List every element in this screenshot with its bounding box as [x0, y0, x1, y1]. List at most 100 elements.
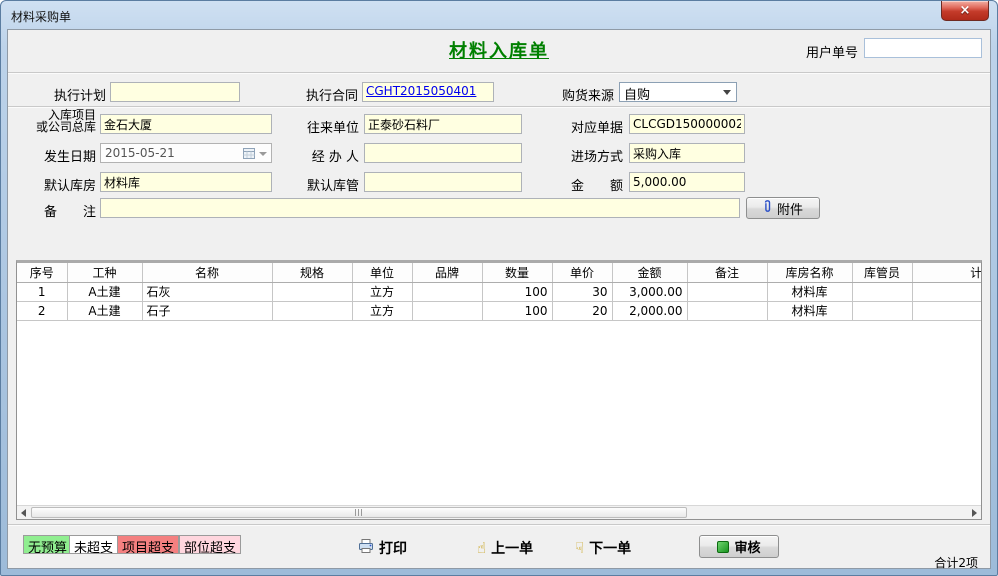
counterparty-input[interactable] [364, 114, 522, 134]
cell-name[interactable]: 石子 [142, 301, 272, 320]
cell-worktype[interactable]: A土建 [67, 301, 142, 320]
column-header: 库管员 [852, 263, 912, 282]
window-title: 材料采购单 [11, 8, 71, 25]
amount-input[interactable] [629, 172, 745, 192]
occur-date-label: 发生日期 [8, 146, 96, 165]
purchase-source-select[interactable]: 自购 [619, 82, 737, 102]
scroll-left-arrow[interactable] [17, 506, 30, 519]
cell-remark[interactable] [687, 282, 767, 301]
hand-down-icon: ☟ [575, 541, 584, 556]
cell-spec[interactable] [272, 301, 352, 320]
print-button[interactable]: 打印 [358, 537, 407, 559]
warehouse-label: 默认库房 [8, 175, 96, 194]
separator [8, 72, 990, 74]
total-count: 合计2项 [934, 554, 978, 571]
cell-seq[interactable]: 2 [17, 301, 67, 320]
project-label: 入库项目或公司总库 [8, 109, 96, 133]
amount-label: 金 额 [521, 175, 623, 194]
table-row[interactable]: 1 A土建 石灰 立方 100 30 3,000.00 材料库 [17, 282, 982, 301]
column-header: 工种 [67, 263, 142, 282]
table-header-row: 序号 工种 名称 规格 单位 品牌 数量 单价 金额 备注 库房名称 库管员 计… [17, 263, 982, 282]
purchase-source-label: 购货来源 [522, 85, 614, 104]
handler-input[interactable] [364, 143, 522, 163]
titlebar[interactable]: 材料采购单 [1, 1, 997, 29]
cell-qty[interactable]: 100 [482, 301, 552, 320]
table-row[interactable]: 2 A土建 石子 立方 100 20 2,000.00 材料库 [17, 301, 982, 320]
cell-amount[interactable]: 2,000.00 [612, 301, 687, 320]
scroll-right-arrow[interactable] [968, 506, 981, 519]
user-no-input[interactable] [864, 38, 982, 58]
cell-plan[interactable] [912, 301, 982, 320]
entry-mode-label: 进场方式 [521, 146, 623, 165]
cell-price[interactable]: 30 [552, 282, 612, 301]
exec-plan-label: 执行计划 [18, 85, 106, 104]
remark-input[interactable] [100, 198, 740, 218]
project-input[interactable] [100, 114, 272, 134]
cell-name[interactable]: 石灰 [142, 282, 272, 301]
column-header: 库房名称 [767, 263, 852, 282]
cell-spec[interactable] [272, 282, 352, 301]
horizontal-scrollbar[interactable] [17, 505, 981, 519]
close-button[interactable]: × [941, 1, 989, 21]
audit-button[interactable]: 审核 [699, 535, 779, 558]
remark-label: 备 注 [8, 201, 96, 220]
column-header: 单位 [352, 263, 412, 282]
prev-order-button[interactable]: ☝ 上一单 [477, 537, 533, 559]
ref-doc-label: 对应单据 [521, 117, 623, 136]
user-no-label: 用户单号 [806, 42, 858, 61]
occur-date-picker[interactable]: 2015-05-21 [100, 143, 272, 163]
printer-icon [358, 539, 374, 557]
cell-warehouse[interactable]: 材料库 [767, 282, 852, 301]
cell-price[interactable]: 20 [552, 301, 612, 320]
column-header: 规格 [272, 263, 352, 282]
cell-keeper[interactable] [852, 282, 912, 301]
cell-remark[interactable] [687, 301, 767, 320]
audit-button-label: 审核 [734, 537, 760, 556]
print-button-label: 打印 [379, 538, 407, 558]
cell-worktype[interactable]: A土建 [67, 282, 142, 301]
keeper-input[interactable] [364, 172, 522, 192]
prev-order-label: 上一单 [491, 538, 533, 558]
cell-plan[interactable] [912, 282, 982, 301]
cell-qty[interactable]: 100 [482, 282, 552, 301]
legend-project-overrun: 项目超支 [117, 535, 179, 554]
attachment-button[interactable]: 附件 [746, 197, 820, 219]
cell-unit[interactable]: 立方 [352, 282, 412, 301]
calendar-icon [243, 147, 255, 162]
next-order-button[interactable]: ☟ 下一单 [575, 537, 631, 559]
ref-doc-input[interactable] [629, 114, 745, 134]
counterparty-label: 往来单位 [258, 117, 359, 136]
cell-warehouse[interactable]: 材料库 [767, 301, 852, 320]
next-order-label: 下一单 [589, 538, 631, 558]
scrollbar-thumb[interactable] [31, 507, 687, 518]
column-header: 数量 [482, 263, 552, 282]
column-header: 单价 [552, 263, 612, 282]
cell-keeper[interactable] [852, 301, 912, 320]
paperclip-icon [763, 199, 772, 217]
entry-mode-input[interactable] [629, 143, 745, 163]
warehouse-input[interactable] [100, 172, 272, 192]
column-header: 名称 [142, 263, 272, 282]
column-header: 序号 [17, 263, 67, 282]
hand-up-icon: ☝ [477, 541, 486, 556]
separator [8, 524, 990, 526]
column-header: 备注 [687, 263, 767, 282]
cell-brand[interactable] [412, 301, 482, 320]
occur-date-value: 2015-05-21 [105, 146, 175, 160]
exec-contract-link[interactable]: CGHT2015050401 [366, 84, 476, 98]
column-header: 计划项目 [912, 263, 982, 282]
exec-plan-input[interactable] [110, 82, 240, 102]
close-icon: × [960, 4, 971, 17]
cell-unit[interactable]: 立方 [352, 301, 412, 320]
attachment-button-label: 附件 [777, 199, 803, 218]
separator [8, 106, 990, 108]
cell-seq[interactable]: 1 [17, 282, 67, 301]
window: 材料采购单 × 材料入库单 用户单号 执行计划 执行合同 CGHT2015050… [0, 0, 998, 576]
exec-contract-label: 执行合同 [266, 85, 358, 104]
exec-contract-field: CGHT2015050401 [362, 82, 494, 102]
cell-amount[interactable]: 3,000.00 [612, 282, 687, 301]
audit-green-icon [717, 541, 729, 553]
cell-brand[interactable] [412, 282, 482, 301]
purchase-source-value: 自购 [624, 88, 650, 103]
column-header: 品牌 [412, 263, 482, 282]
